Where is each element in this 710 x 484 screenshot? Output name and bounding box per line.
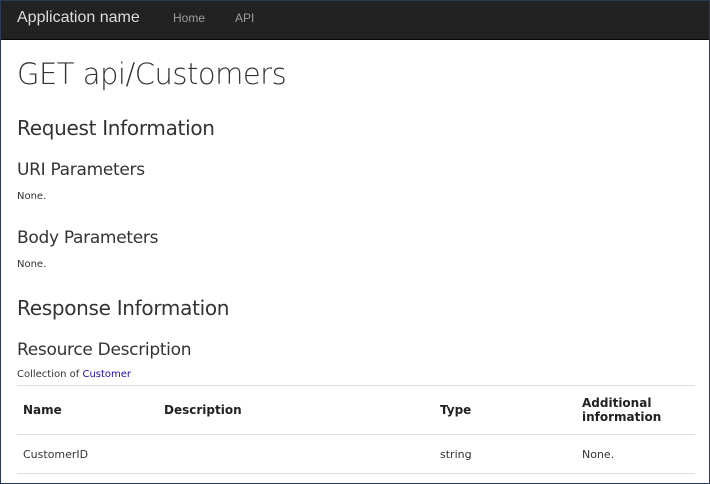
resource-table: Name Description Type Additional informa… [17,385,695,474]
collection-prefix: Collection of [17,369,80,380]
cell-type: string [434,434,576,474]
resource-description-heading: Resource Description [17,340,192,360]
table-header-row: Name Description Type Additional informa… [17,385,695,435]
column-header-type: Type [434,385,576,435]
nav-home-link[interactable]: Home [173,11,205,25]
table-row: CustomerID string None. [17,434,695,474]
cell-additional-information: None. [576,434,695,474]
uri-parameters-value: None. [17,191,47,202]
app-brand-link[interactable]: Application name [17,9,140,27]
body-parameters-value: None. [17,259,47,270]
body-parameters-heading: Body Parameters [17,228,159,248]
uri-parameters-heading: URI Parameters [17,160,145,180]
column-header-additional-information: Additional information [576,385,695,435]
collection-description: Collection of Customer [17,369,131,380]
nav-api-link[interactable]: API [235,11,254,25]
column-header-description: Description [158,385,434,435]
customer-type-link[interactable]: Customer [82,369,131,380]
top-navbar: Application name Home API [0,0,710,40]
response-information-heading: Response Information [17,296,230,320]
cell-name: CustomerID [17,434,158,474]
page-title: GET api/Customers [17,57,287,91]
cell-description [158,434,434,474]
column-header-name: Name [17,385,158,435]
request-information-heading: Request Information [17,116,215,140]
